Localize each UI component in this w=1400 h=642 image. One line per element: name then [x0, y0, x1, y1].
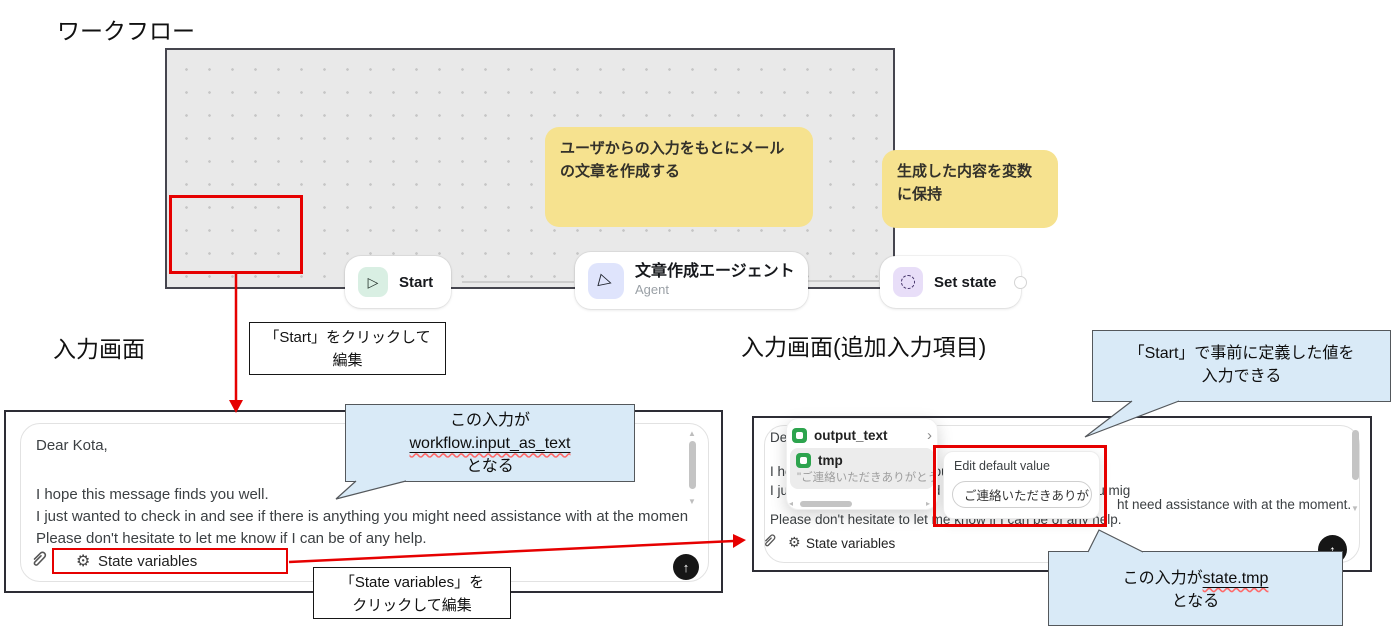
message-line: I hope this message finds you well.	[36, 486, 269, 503]
annotation-bubble-input-as-text: この入力が workflow.input_as_text となる	[345, 404, 635, 482]
send-arrow-icon: ↑	[682, 559, 690, 575]
node-agent-sublabel: Agent	[635, 282, 669, 298]
scrollbar[interactable]	[689, 441, 696, 489]
variable-icon	[796, 452, 811, 468]
annotation-box-start	[169, 195, 303, 274]
set-state-icon	[893, 267, 923, 297]
bubble-text: となる	[1171, 593, 1220, 611]
bubble-text: 入力できる	[1201, 368, 1282, 386]
annotation-box-popover	[933, 445, 1107, 527]
input-screen-heading: 入力画面	[53, 336, 145, 362]
canvas-note-create-mail[interactable]: ユーザからの入力をもとにメールの文章を作成する	[545, 127, 813, 227]
code-reference: workflow.input_as_text	[409, 435, 571, 453]
horizontal-scrollbar[interactable]	[800, 501, 852, 507]
code-reference: state.tmp	[1202, 570, 1269, 587]
menu-item-label: output_text	[814, 427, 888, 443]
scroll-right-icon[interactable]: ▸	[926, 500, 930, 508]
node-output-port[interactable]	[1014, 276, 1027, 289]
paperclip-icon[interactable]	[762, 534, 777, 554]
message-line: I just wanted to check in and see if the…	[36, 508, 688, 525]
scroll-down-icon[interactable]: ▼	[688, 498, 696, 506]
node-start-label: Start	[399, 273, 434, 291]
annotation-callout-state-click: 「State variables」を クリックして編集	[313, 567, 511, 619]
scroll-up-icon[interactable]: ▲	[688, 430, 696, 438]
callout-text: 「Start」をクリックして	[264, 329, 431, 346]
paperclip-icon[interactable]	[30, 551, 48, 574]
edge-start-agent	[462, 281, 574, 283]
gear-icon: ⚙	[788, 534, 801, 550]
screenshot-root: ワークフロー 入力画面 入力画面(追加入力項目) ユーザからの入力をもとにメール…	[0, 0, 1400, 642]
callout-text: クリックして編集	[352, 597, 472, 615]
callout-text: 「State variables」を	[339, 574, 485, 591]
edge-agent-setstate	[808, 280, 879, 282]
bubble-text: この入力が	[449, 412, 530, 429]
variable-icon	[792, 427, 807, 443]
scroll-down-icon[interactable]: ▼	[1351, 505, 1359, 513]
annotation-bubble-predefined: 「Start」で事前に定義した値を 入力できる	[1092, 330, 1391, 402]
callout-text: 編集	[332, 352, 363, 370]
bubble-text: となる	[466, 458, 514, 476]
bubble-text: この入力が	[1122, 570, 1203, 587]
agent-cursor-icon: ▷	[588, 262, 624, 299]
canvas-note-keep-variable[interactable]: 生成した内容を変数に保持	[882, 150, 1058, 228]
workflow-heading: ワークフロー	[57, 18, 195, 44]
state-variables-button[interactable]: State variables	[806, 536, 895, 551]
play-icon: ▷	[358, 267, 388, 297]
message-line: Dear Kota,	[36, 437, 108, 454]
annotation-bubble-state-tmp: この入力がstate.tmp となる	[1048, 551, 1343, 626]
menu-item-output-text[interactable]: output_text ›	[792, 424, 932, 446]
node-set-state[interactable]: Set state	[880, 256, 1021, 308]
menu-item-tmp-row[interactable]: tmp	[796, 451, 928, 469]
node-agent[interactable]: ▷ 文章作成エージェント Agent	[575, 252, 808, 309]
message-line: ht need assistance with at the moment.	[1117, 497, 1352, 512]
menu-item-label: tmp	[818, 452, 843, 468]
node-set-state-label: Set state	[934, 273, 997, 291]
menu-item-preview: "ご連絡いただきありがとうござい	[797, 472, 933, 484]
node-agent-label: 文章作成エージェント	[635, 262, 795, 280]
node-start[interactable]: ▷ Start	[345, 256, 451, 308]
bubble-text: 「Start」で事前に定義した値を	[1128, 345, 1355, 362]
annotation-box-state-variables	[52, 548, 288, 574]
annotation-callout-start-click: 「Start」をクリックして 編集	[249, 322, 446, 375]
message-line: Please don't hesitate to let me know if …	[36, 530, 427, 547]
scrollbar[interactable]	[1352, 430, 1359, 480]
input-screen-extra-heading: 入力画面(追加入力項目)	[741, 334, 987, 360]
arrowhead-right	[733, 534, 746, 548]
send-button[interactable]: ↑	[673, 554, 699, 580]
scroll-left-icon[interactable]: ◂	[789, 500, 793, 508]
chevron-right-icon: ›	[927, 426, 932, 444]
